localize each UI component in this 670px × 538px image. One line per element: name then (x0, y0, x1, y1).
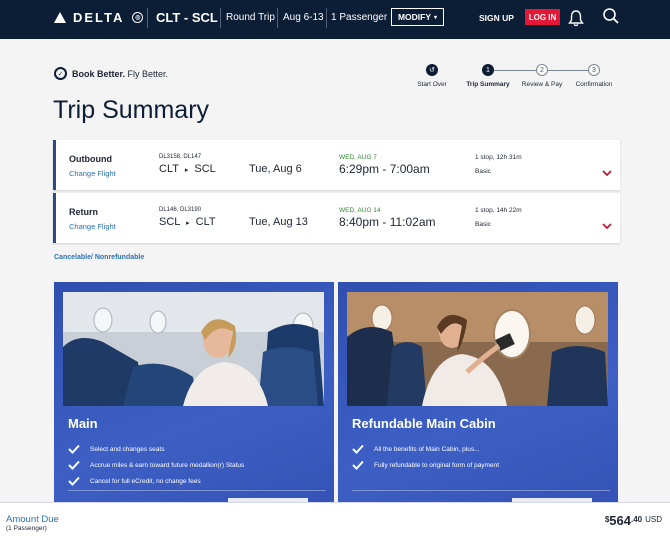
flight-times: 6:29pm - 7:00am (339, 162, 430, 176)
feature-text: Select and changes seats (90, 445, 165, 453)
notifications-bell-icon[interactable] (566, 8, 586, 28)
tagline: ✓ Book Better. Fly Better. (54, 67, 168, 80)
flight-numbers: DL3158, DL147 (159, 154, 202, 160)
fare-card-refundable-main-cabin[interactable]: Refundable Main Cabin All the benefits o… (338, 282, 618, 504)
fare-card-main[interactable]: Main Select and changes seats Accrue mil… (54, 282, 334, 504)
card-divider (352, 490, 610, 491)
step-number: 3 (588, 64, 600, 76)
check-icon (352, 444, 364, 454)
flight-direction: Outbound (69, 154, 112, 164)
step-number: 2 (536, 64, 548, 76)
log-in-button[interactable]: LOG IN (525, 9, 560, 25)
stops-duration: 1 stop, 14h 22m (475, 207, 522, 214)
fare-feature: Cancel for full eCredit, no change fees (68, 476, 201, 486)
step-label: Confirmation (575, 81, 613, 88)
origin-code: SCL (159, 216, 180, 228)
fare-feature: All the benefits of Main Cabin, plus... (352, 444, 480, 454)
flight-times: 8:40pm - 11:02am (339, 215, 436, 229)
expand-chevron-icon[interactable] (602, 222, 612, 230)
flight-numbers: DL146, DL3190 (159, 207, 202, 213)
step-review-pay: 2 Review & Pay (517, 64, 567, 88)
divider (326, 8, 327, 28)
step-label: Review & Pay (521, 81, 563, 88)
fare-title: Refundable Main Cabin (352, 416, 496, 431)
feature-text: All the benefits of Main Cabin, plus... (374, 445, 480, 453)
flight-direction: Return (69, 207, 98, 217)
modify-label: MODIFY (397, 12, 432, 22)
step-label: Start Over (417, 81, 447, 88)
total-price: $ 564 .40 USD (605, 513, 662, 528)
trip-dates: Aug 6-13 (283, 12, 324, 23)
departure-date: Tue, Aug 6 (249, 163, 302, 175)
fare-class: Basic (475, 221, 491, 228)
book-better-badge-icon: ✓ (54, 67, 67, 80)
step-confirmation: 3 Confirmation (570, 64, 618, 88)
amount-due-bar: Amount Due (1 Passenger) $ 564 .40 USD (0, 502, 670, 538)
modify-search-button[interactable]: MODIFY ▾ (391, 8, 444, 26)
feature-text: Cancel for full eCredit, no change fees (90, 477, 201, 485)
divider (147, 8, 148, 28)
tagline-rest: Fly Better. (125, 68, 169, 79)
origin-code: CLT (159, 163, 179, 175)
passenger-count-note: (1 Passenger) (6, 525, 47, 532)
card-divider (68, 490, 326, 491)
passenger-count: 1 Passenger (331, 12, 388, 23)
fare-feature: Accrue miles & earn toward future medall… (68, 460, 244, 470)
trip-route: CLT - SCL (156, 10, 218, 25)
booking-progress: ↺ Start Over 1 Trip Summary 2 Review & P… (413, 64, 623, 104)
arrival-day: WED, AUG 7 (339, 154, 377, 161)
divider (220, 8, 221, 28)
trip-type: Round Trip (226, 12, 275, 23)
flight-route: CLT ▸ SCL (159, 163, 216, 175)
currency-code: USD (645, 515, 662, 524)
brand-name: DELTA (73, 10, 125, 25)
check-icon (352, 460, 364, 470)
feature-text: Fully refundable to original form of pay… (374, 461, 500, 469)
fare-feature: Select and changes seats (68, 444, 164, 454)
step-label: Trip Summary (466, 81, 510, 88)
arrival-day: WED, AUG 14 (339, 207, 381, 214)
main-cabin-photo (63, 292, 324, 406)
destination-code: SCL (194, 163, 216, 175)
top-nav-bar: DELTA ◎ CLT - SCL Round Trip Aug 6-13 1 … (0, 0, 670, 39)
delta-logo[interactable]: DELTA ◎ (54, 10, 144, 25)
sign-up-link[interactable]: SIGN UP (479, 13, 514, 23)
step-trip-summary: 1 Trip Summary (463, 64, 513, 88)
fare-feature: Fully refundable to original form of pay… (352, 460, 499, 470)
feature-text: Accrue miles & earn toward future medall… (90, 461, 245, 469)
amount-due-label[interactable]: Amount Due (6, 514, 59, 525)
search-icon[interactable] (602, 7, 620, 25)
refundable-cabin-photo (347, 292, 608, 406)
change-flight-link[interactable]: Change Flight (69, 169, 116, 178)
tagline-bold: Book Better. (72, 68, 126, 79)
chevron-down-icon: ▾ (434, 14, 438, 21)
fare-class: Basic (475, 168, 491, 175)
price-whole: 564 (609, 513, 631, 528)
cancellation-policy-link[interactable]: Cancelable/ Nonrefundable (54, 254, 144, 261)
stops-duration: 1 stop, 12h 31m (475, 154, 522, 161)
expand-chevron-icon[interactable] (602, 169, 612, 177)
divider (277, 8, 278, 28)
flight-row-outbound[interactable]: Outbound Change Flight DL3158, DL147 CLT… (53, 140, 620, 190)
step-number: 1 (482, 64, 494, 76)
change-flight-link[interactable]: Change Flight (69, 222, 116, 231)
check-icon (68, 444, 80, 454)
route-arrow-icon: ▸ (184, 167, 189, 174)
destination-code: CLT (195, 216, 216, 228)
page-title: Trip Summary (53, 96, 210, 124)
check-icon (68, 460, 80, 470)
route-arrow-icon: ▸ (186, 220, 190, 227)
departure-date: Tue, Aug 13 (249, 216, 308, 228)
step-start-over[interactable]: ↺ Start Over (413, 64, 451, 88)
delta-widget-icon (54, 12, 66, 23)
skyteam-globe-icon: ◎ (132, 12, 144, 23)
flight-row-return[interactable]: Return Change Flight DL146, DL3190 SCL ▸… (53, 193, 620, 243)
price-cents: .40 (630, 515, 643, 524)
fare-title: Main (68, 416, 98, 431)
check-icon (68, 476, 80, 486)
flight-route: SCL ▸ CLT (159, 216, 216, 228)
start-over-icon: ↺ (426, 64, 438, 76)
